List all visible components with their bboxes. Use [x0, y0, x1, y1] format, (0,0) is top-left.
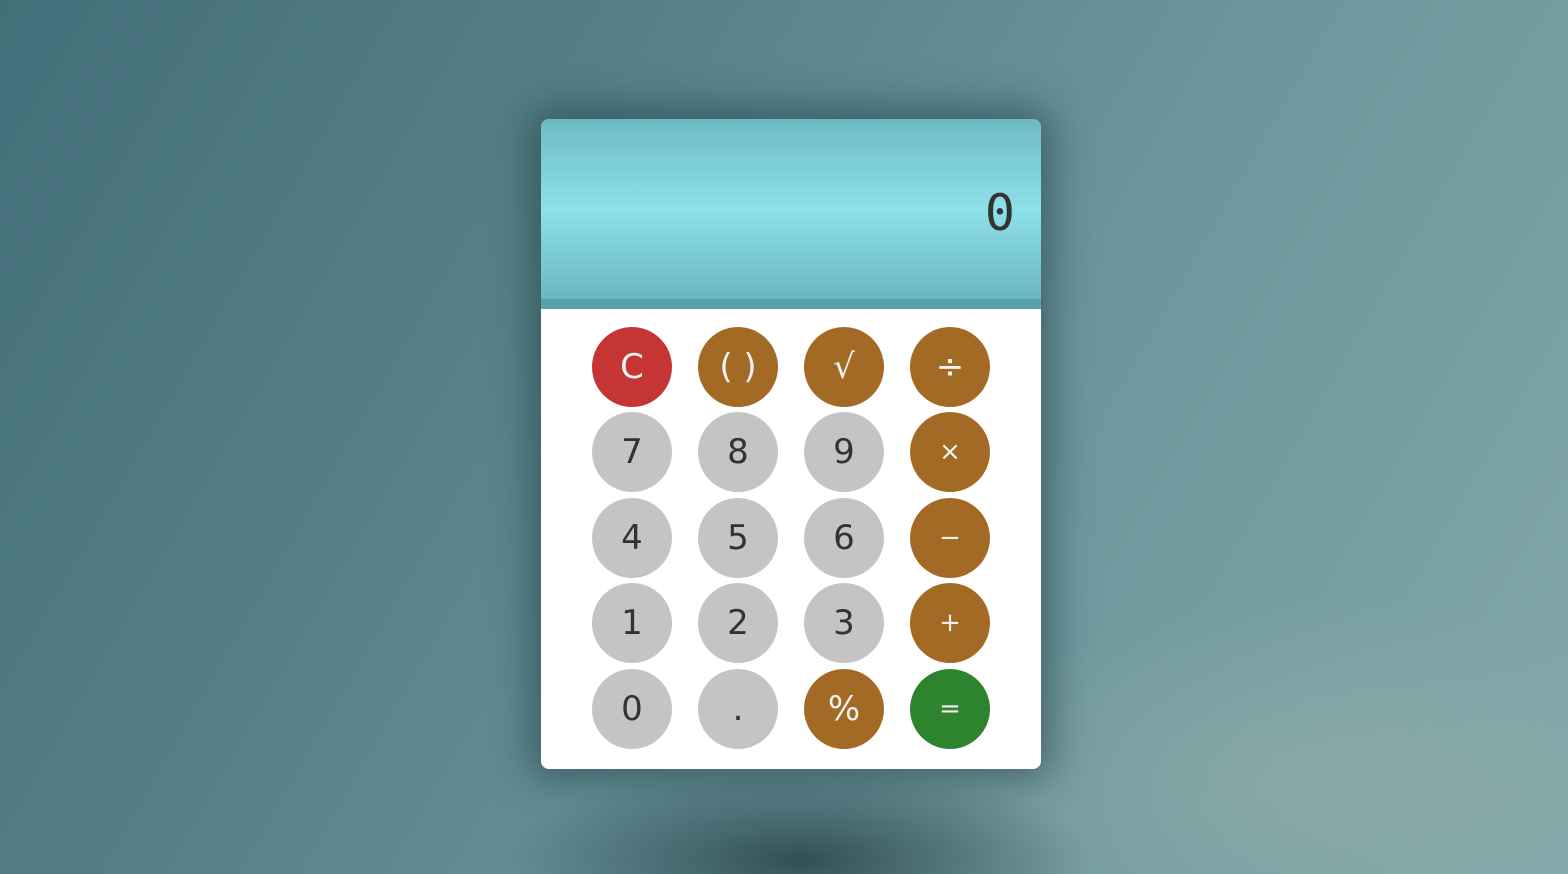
digit-3-button[interactable]: 3: [804, 583, 884, 663]
subtract-button[interactable]: −: [910, 498, 990, 578]
clear-button[interactable]: C: [592, 327, 672, 407]
digit-1-button[interactable]: 1: [592, 583, 672, 663]
digit-0-button[interactable]: 0: [592, 669, 672, 749]
equals-button[interactable]: =: [910, 669, 990, 749]
add-button[interactable]: +: [910, 583, 990, 663]
multiply-button[interactable]: ×: [910, 412, 990, 492]
decimal-point-button[interactable]: .: [698, 669, 778, 749]
calculator: 0 C ( ) √ ÷ 7 8 9 × 4 5 6 − 1 2 3 + 0 . …: [541, 119, 1041, 769]
parentheses-button[interactable]: ( ): [698, 327, 778, 407]
percent-button[interactable]: %: [804, 669, 884, 749]
digit-2-button[interactable]: 2: [698, 583, 778, 663]
display-separator: [541, 299, 1041, 309]
digit-4-button[interactable]: 4: [592, 498, 672, 578]
digit-6-button[interactable]: 6: [804, 498, 884, 578]
digit-5-button[interactable]: 5: [698, 498, 778, 578]
divide-button[interactable]: ÷: [910, 327, 990, 407]
square-root-button[interactable]: √: [804, 327, 884, 407]
digit-7-button[interactable]: 7: [592, 412, 672, 492]
digit-9-button[interactable]: 9: [804, 412, 884, 492]
page-background: { "display": { "value": "0" }, "keys": {…: [0, 0, 1568, 874]
display-value: 0: [984, 184, 1015, 242]
calculator-display: 0: [541, 119, 1041, 299]
digit-8-button[interactable]: 8: [698, 412, 778, 492]
